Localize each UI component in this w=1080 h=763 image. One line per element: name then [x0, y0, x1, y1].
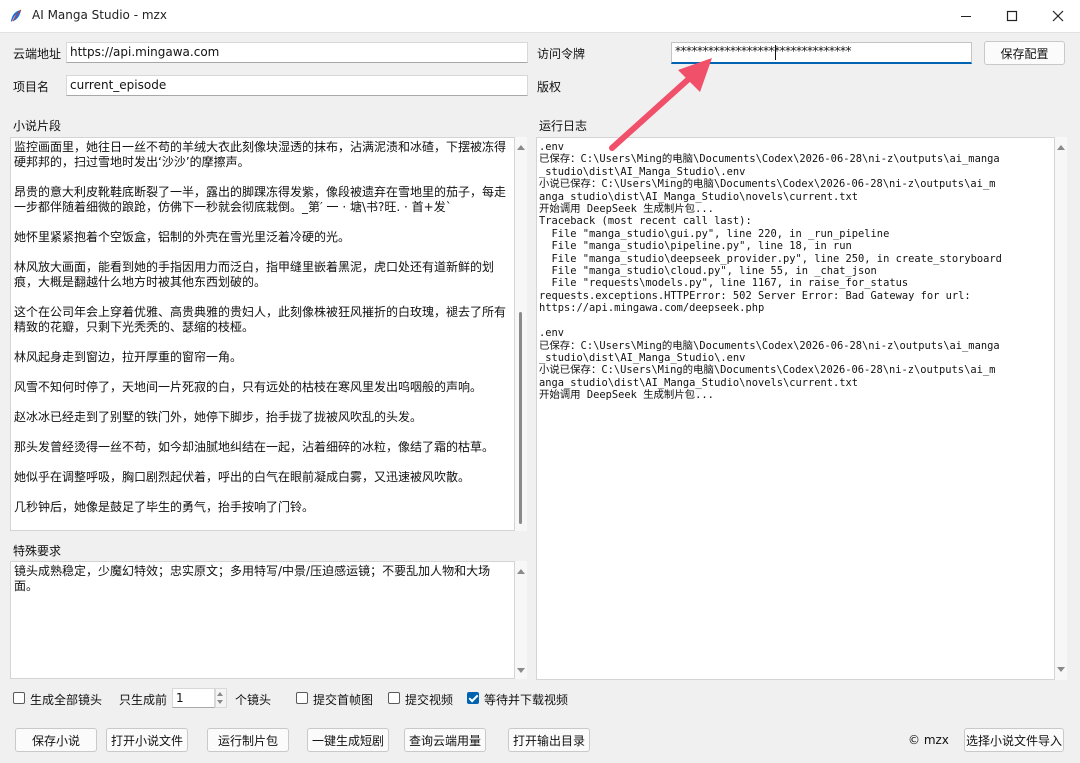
scroll-thumb[interactable] [519, 312, 522, 524]
log-line: 开始调用 DeepSeek 生成制片包... [539, 389, 714, 402]
log-text-content: .env 已保存：C:\Users\Ming的电脑\Documents\Code… [539, 141, 1054, 402]
spin-buttons[interactable] [215, 688, 227, 708]
wait-download-checkbox[interactable] [467, 692, 479, 704]
log-scrollbar[interactable] [1055, 137, 1067, 680]
maximize-icon [1006, 10, 1018, 22]
close-icon [1052, 10, 1064, 22]
log-section-label: 运行日志 [539, 119, 588, 133]
log-line: requests.exceptions.HTTPError: 502 Serve… [539, 289, 971, 302]
save-novel-button[interactable]: 保存小说 [15, 728, 97, 752]
log-line: File "manga_studio\deepseek_provider.py"… [539, 252, 1002, 265]
novel-paragraph: 林风起身走到窗边，拉开厚重的窗帘一角。 [14, 350, 243, 364]
log-line: Traceback (most recent call last): [539, 215, 752, 228]
log-line: 小说已保存：C:\Users\Ming的电脑\Documents\Codex\2… [539, 364, 996, 377]
novel-paragraph: “叮咚——” [14, 530, 510, 531]
scroll-down-icon[interactable] [1057, 667, 1065, 672]
cloud-url-label: 云端地址 [13, 47, 62, 61]
special-textarea[interactable]: 镜头成熟稳定，少魔幻特效；忠实原文；多用特写/中景/压迫感运镜；不要乱加人物和大… [10, 561, 515, 679]
scroll-up-icon[interactable] [517, 569, 525, 574]
novel-section-label: 小说片段 [13, 119, 62, 133]
submit-first-frame-checkbox[interactable] [296, 692, 308, 704]
minimize-button[interactable] [942, 0, 990, 32]
token-label: 访问令牌 [537, 47, 586, 61]
text-cursor [775, 45, 776, 60]
minimize-icon [961, 16, 971, 17]
log-line: .env [539, 327, 565, 340]
special-text-content: 镜头成熟稳定，少魔幻特效；忠实原文；多用特写/中景/压迫感运镜；不要乱加人物和大… [14, 564, 491, 593]
log-line: File "requests\models.py", line 1167, in… [539, 277, 909, 290]
novel-paragraph: 这个在公司年会上穿着优雅、高贵典雅的贵妇人，此刻像株被狂风摧折的白玫瑰，褪去了所… [14, 305, 507, 334]
choose-novel-import-button[interactable]: 选择小说文件导入 [964, 728, 1064, 752]
novel-paragraph: 昂贵的意大利皮靴鞋底断裂了一半，露出的脚踝冻得发紫，像段被遗弃在雪地里的茄子，每… [14, 185, 507, 214]
save-config-button[interactable]: 保存配置 [984, 41, 1065, 65]
one-click-short-button[interactable]: 一键生成短剧 [307, 728, 389, 752]
log-line: File "manga_studio\gui.py", line 220, in… [539, 227, 890, 240]
submit-first-frame-label: 提交首帧图 [313, 693, 374, 707]
token-value: ******************************** [675, 44, 852, 58]
generate-all-label: 生成全部镜头 [30, 693, 103, 707]
submit-video-checkbox[interactable] [388, 692, 400, 704]
title-bar: AI Manga Studio - mzx [0, 0, 1080, 33]
log-line: 小说已保存：C:\Users\Ming的电脑\Documents\Codex\2… [539, 178, 996, 191]
open-novel-file-button[interactable]: 打开小说文件 [106, 728, 188, 752]
spin-down-icon[interactable] [217, 700, 223, 704]
log-line: 开始调用 DeepSeek 生成制片包... [539, 203, 714, 216]
novel-paragraph: 林风放大画面，能看到她的手指因用力而泛白，指甲缝里嵌着黑泥，虎口处还有道新鲜的划… [14, 260, 495, 289]
submit-video-label: 提交视频 [405, 693, 454, 707]
novel-text-content: 监控画面里，她往日一丝不苟的羊绒大衣此刻像块湿透的抹布，沾满泥渍和冰碴，下摆被冻… [14, 140, 510, 531]
scroll-up-icon[interactable] [1057, 145, 1065, 150]
novel-paragraph: 那头发曾经烫得一丝不苟，如今却油腻地纠结在一起，沾着细碎的冰粒，像结了霜的枯草。 [14, 440, 495, 454]
log-textarea[interactable]: .env 已保存：C:\Users\Ming的电脑\Documents\Code… [536, 137, 1055, 680]
maximize-button[interactable] [988, 0, 1036, 32]
log-line: _studio\dist\AI_Manga_Studio\.env [539, 351, 746, 364]
log-line: anga_studio\dist\AI_Manga_Studio\novels\… [539, 190, 859, 203]
log-line: File "manga_studio\cloud.py", line 55, i… [539, 265, 877, 278]
novel-paragraph: 她怀里紧紧抱着个空饭盒，铝制的外壳在雪光里泛着冷硬的光。 [14, 230, 351, 244]
novel-paragraph: 几秒钟后，她像是鼓足了毕生的勇气，抬手按响了门铃。 [14, 500, 315, 514]
log-line: anga_studio\dist\AI_Manga_Studio\novels\… [539, 376, 859, 389]
log-line: 已保存：C:\Users\Ming的电脑\Documents\Codex\202… [539, 153, 1000, 166]
log-line: .env [539, 141, 565, 153]
novel-paragraph: 她似乎在调整呼吸，胸口剧烈起伏着，呼出的白气在眼前凝成白雾，又迅速被风吹散。 [14, 470, 471, 484]
copyright-label: 版权 [537, 80, 562, 94]
shots-unit-label: 个镜头 [235, 693, 272, 707]
novel-scrollbar[interactable] [515, 137, 527, 531]
project-name-input[interactable]: current_episode [66, 75, 528, 96]
novel-textarea[interactable]: 监控画面里，她往日一丝不苟的羊绒大衣此刻像块湿透的抹布，沾满泥渍和冰碴，下摆被冻… [10, 137, 515, 531]
shot-count-value: 1 [176, 691, 184, 705]
token-input[interactable]: ******************************** [671, 42, 972, 64]
cloud-url-input[interactable]: https://api.mingawa.com [66, 42, 528, 63]
run-package-button[interactable]: 运行制片包 [207, 728, 289, 752]
window-title: AI Manga Studio - mzx [32, 8, 167, 22]
app-feather-icon [11, 9, 22, 22]
open-output-dir-button[interactable]: 打开输出目录 [508, 728, 590, 752]
credit-label: © mzx [908, 733, 949, 747]
scroll-down-icon[interactable] [517, 668, 525, 673]
shot-count-spinbox[interactable]: 1 [172, 688, 215, 708]
special-scrollbar[interactable] [515, 561, 527, 679]
wait-download-label: 等待并下载视频 [484, 693, 569, 707]
query-cloud-usage-button[interactable]: 查询云端用量 [404, 728, 486, 752]
only-generate-label: 只生成前 [119, 693, 168, 707]
log-line: 已保存：C:\Users\Ming的电脑\Documents\Codex\202… [539, 339, 1000, 352]
novel-paragraph: 监控画面里，她往日一丝不苟的羊绒大衣此刻像块湿透的抹布，沾满泥渍和冰碴，下摆被冻… [14, 140, 507, 169]
close-button[interactable] [1034, 0, 1080, 32]
scroll-up-icon[interactable] [517, 145, 525, 150]
novel-paragraph: 风雪不知何时停了，天地间一片死寂的白，只有远处的枯枝在寒风里发出呜咽般的声响。 [14, 380, 483, 394]
project-label: 项目名 [13, 80, 50, 94]
novel-paragraph: 赵冰冰已经走到了别墅的铁门外，她停下脚步，抬手拢了拢被风吹乱的头发。 [14, 410, 423, 424]
special-section-label: 特殊要求 [13, 544, 62, 558]
log-line: File "manga_studio\pipeline.py", line 18… [539, 240, 852, 253]
generate-all-checkbox[interactable] [13, 692, 25, 704]
spin-up-icon[interactable] [217, 692, 223, 696]
log-line: https://api.mingawa.com/deepseek.php [539, 302, 765, 315]
log-line: _studio\dist\AI_Manga_Studio\.env [539, 165, 746, 178]
